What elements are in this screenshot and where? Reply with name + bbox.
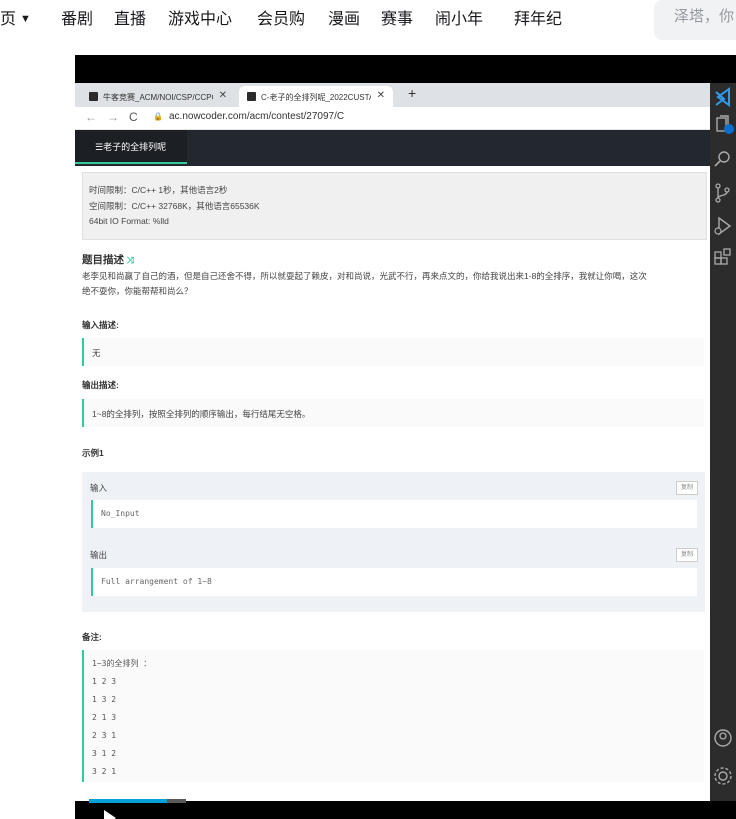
close-icon[interactable]: ✕ xyxy=(377,90,385,101)
problem-title: 老子的全排列呢 xyxy=(103,142,167,152)
tab-title: C-老子的全排列呢_2022CUSTAC xyxy=(261,93,371,102)
problem-content: 时间限制：C/C++ 1秒，其他语言2秒 空间限制：C/C++ 32768K，其… xyxy=(75,166,710,801)
sample-input-text: No_Input xyxy=(101,509,140,518)
nav-item-sports[interactable]: 赛事 xyxy=(381,5,413,29)
nav-item-live[interactable]: 直播 xyxy=(114,5,146,29)
nav-item-anime[interactable]: 番剧 xyxy=(61,5,93,29)
notification-badge xyxy=(724,124,734,134)
new-tab-icon[interactable]: + xyxy=(408,85,416,101)
address-bar: ← → C 🔒 ac.nowcoder.com/acm/contest/2709… xyxy=(75,107,710,130)
nav-item-festival[interactable]: 闹小年 xyxy=(435,5,483,29)
tab-title: 牛客竞赛_ACM/NOI/CSP/CCPC xyxy=(103,93,213,102)
site-header: ☰老子的全排列呢 xyxy=(75,130,710,166)
source-control-icon[interactable] xyxy=(710,181,736,205)
url-field[interactable]: ac.nowcoder.com/acm/contest/27097/C xyxy=(169,111,344,122)
favicon-icon xyxy=(247,92,256,101)
browser-tab[interactable]: 牛客竞赛_ACM/NOI/CSP/CCPC ✕ xyxy=(81,86,235,107)
sample-output-text: Full arrangement of 1~8 xyxy=(101,577,212,586)
nav-item-new-year[interactable]: 拜年纪 xyxy=(514,5,562,29)
input-heading: 输入描述: xyxy=(82,320,119,330)
limits-box: 时间限制：C/C++ 1秒，其他语言2秒 空间限制：C/C++ 32768K，其… xyxy=(82,172,707,240)
note-line: 1 3 2 xyxy=(92,695,117,704)
sample-heading: 示例1 xyxy=(82,448,104,458)
sample-output-box: Full arrangement of 1~8 xyxy=(91,568,697,596)
description-line-2: 绝不耍你，你能帮帮和尚么？ xyxy=(82,286,193,296)
play-icon[interactable] xyxy=(102,810,118,819)
extensions-icon[interactable] xyxy=(710,247,736,271)
note-line: 3 1 2 xyxy=(92,749,117,758)
browser-window: 牛客竞赛_ACM/NOI/CSP/CCPC ✕ C-老子的全排列呢_2022CU… xyxy=(75,83,710,801)
nav-item-home-label: 页 xyxy=(0,11,17,28)
input-desc-text: 无 xyxy=(92,348,101,358)
note-heading: 备注: xyxy=(82,632,102,642)
sample-input-box: No_Input xyxy=(91,500,697,528)
browser-tab-bar: 牛客竞赛_ACM/NOI/CSP/CCPC ✕ C-老子的全排列呢_2022CU… xyxy=(75,83,710,107)
description-line-1: 老李见和尚赢了自己的酒，但是自己还舍不得，所以就耍起了赖皮，对和尚说，光武不行，… xyxy=(82,271,647,281)
search-placeholder: 泽塔，你 xyxy=(674,8,735,25)
forward-icon[interactable]: → xyxy=(107,110,119,124)
browser-tab-active[interactable]: C-老子的全排列呢_2022CUSTAC ✕ xyxy=(239,86,393,107)
output-desc-text: 1~8的全排列，按照全排列的顺序输出，每行结尾无空格。 xyxy=(92,409,311,419)
nav-item-vip-shop[interactable]: 会员购 xyxy=(257,5,305,29)
output-heading: 输出描述: xyxy=(82,380,119,390)
nav-item-home[interactable]: 页 ▼ xyxy=(0,5,31,29)
time-limit: 时间限制：C/C++ 1秒，其他语言2秒 xyxy=(89,185,228,195)
problem-title-tab[interactable]: ☰老子的全排列呢 xyxy=(75,130,187,164)
back-icon[interactable]: ← xyxy=(85,110,97,124)
io-format: 64bit IO Format: %lld xyxy=(89,216,169,226)
input-desc-box: 无 xyxy=(82,338,704,366)
favicon-icon xyxy=(89,92,98,101)
chevron-down-icon: ▼ xyxy=(20,13,31,25)
lock-icon: 🔒 xyxy=(153,112,163,121)
vscode-activity-bar xyxy=(710,83,736,801)
vscode-logo-icon xyxy=(715,87,730,107)
description-heading: 题目描述 ⤨ xyxy=(82,252,134,267)
output-desc-box: 1~8的全排列，按照全排列的顺序输出，每行结尾无空格。 xyxy=(82,399,704,427)
note-box: 1~3的全排列 ： 1 2 3 1 3 2 2 1 3 2 3 1 3 1 2 … xyxy=(82,650,704,782)
top-nav-bar: 页 ▼ 番剧 直播 游戏中心 会员购 漫画 赛事 闹小年 拜年纪 泽塔，你 xyxy=(0,0,736,40)
description-heading-label: 题目描述 xyxy=(82,254,124,266)
reload-icon[interactable]: C xyxy=(129,110,138,124)
run-debug-icon[interactable] xyxy=(710,214,736,238)
sample-input-label: 输入 xyxy=(90,483,108,493)
sample-output-label: 输出 xyxy=(90,550,108,560)
shuffle-icon[interactable]: ⤨ xyxy=(127,255,134,265)
progress-bar[interactable] xyxy=(89,799,186,803)
note-line: 2 3 1 xyxy=(92,731,117,740)
copy-output-button[interactable]: 复制 xyxy=(676,548,698,562)
note-line: 1~3的全排列 ： xyxy=(92,659,152,668)
video-player[interactable]: 牛客竞赛_ACM/NOI/CSP/CCPC ✕ C-老子的全排列呢_2022CU… xyxy=(75,55,736,819)
note-line: 2 1 3 xyxy=(92,713,117,722)
list-icon: ☰ xyxy=(95,142,104,152)
progress-fill xyxy=(89,799,167,803)
search-input[interactable]: 泽塔，你 xyxy=(654,0,736,40)
nav-item-game-center[interactable]: 游戏中心 xyxy=(168,5,232,29)
settings-gear-icon[interactable] xyxy=(710,764,736,788)
note-line: 3 2 1 xyxy=(92,767,117,776)
close-icon[interactable]: ✕ xyxy=(219,90,227,101)
search-icon[interactable] xyxy=(710,148,736,170)
sample-box: 输入 复制 No_Input 输出 复制 Full arrangement of… xyxy=(82,472,705,612)
memory-limit: 空间限制：C/C++ 32768K，其他语言65536K xyxy=(89,201,260,211)
nav-item-manga[interactable]: 漫画 xyxy=(328,5,360,29)
video-frame: 牛客竞赛_ACM/NOI/CSP/CCPC ✕ C-老子的全排列呢_2022CU… xyxy=(75,55,736,819)
copy-input-button[interactable]: 复制 xyxy=(676,481,698,495)
note-line: 1 2 3 xyxy=(92,677,117,686)
account-icon[interactable] xyxy=(710,726,736,750)
